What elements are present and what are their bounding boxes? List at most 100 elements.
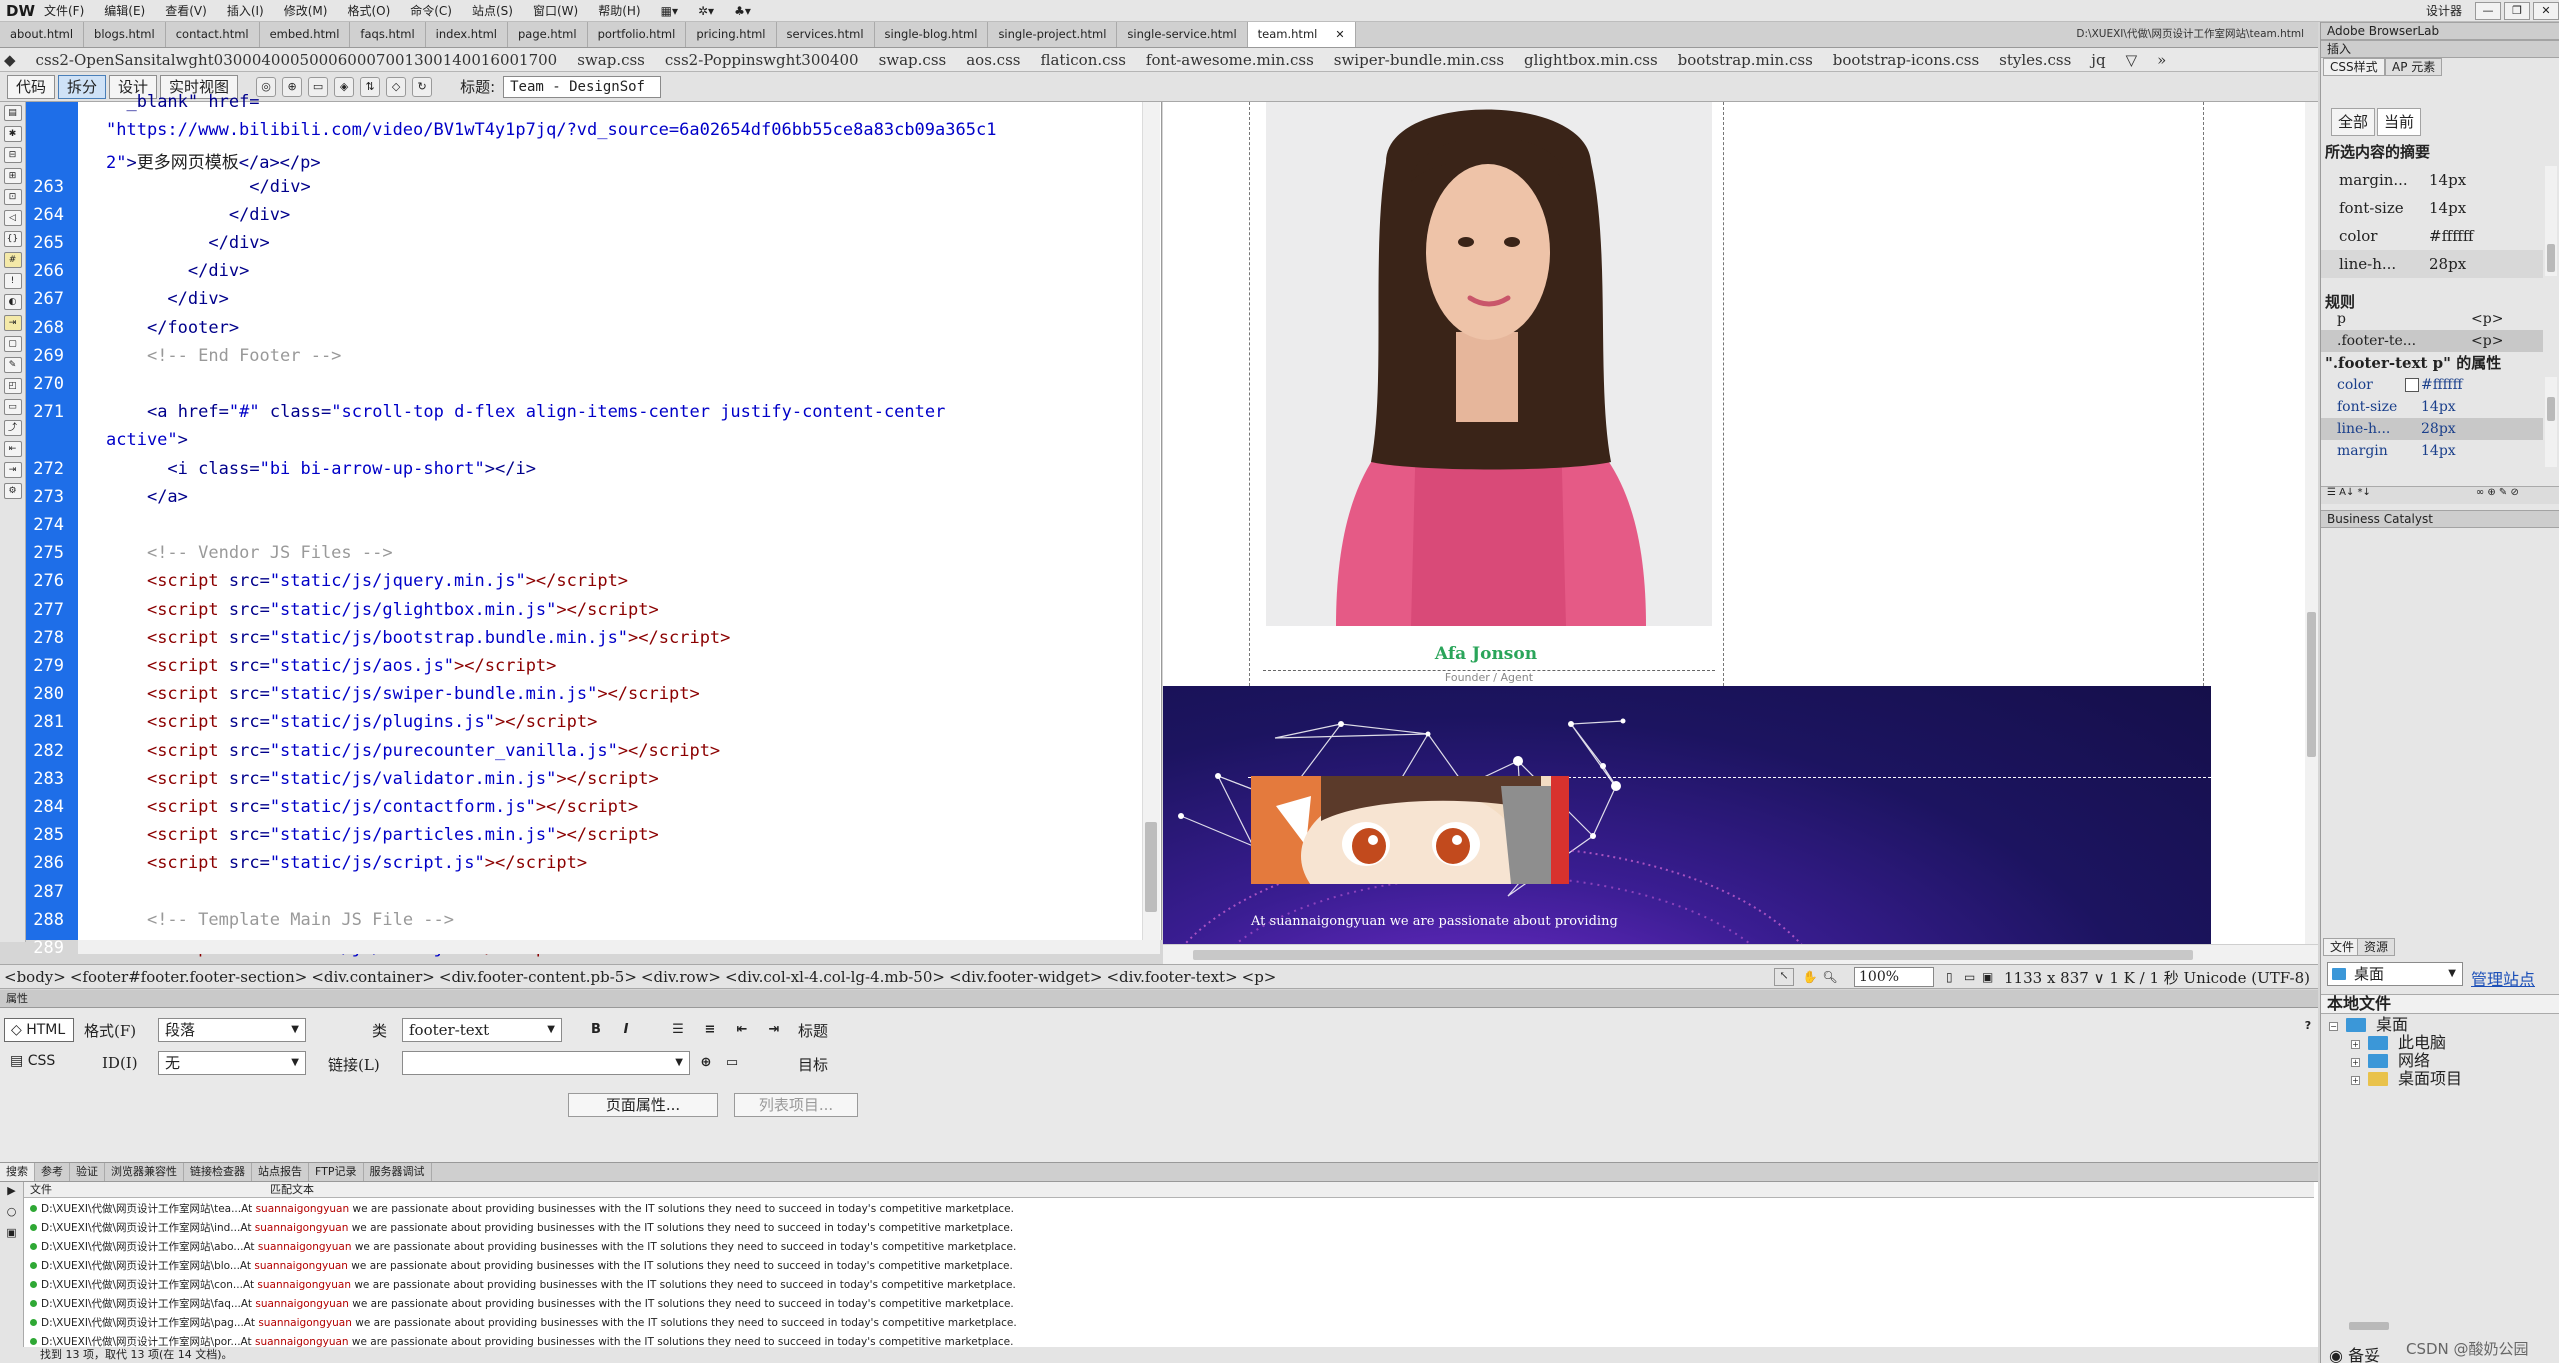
css-property-row[interactable]: line-h... 28px <box>2321 418 2543 440</box>
design-horizontal-scrollbar[interactable] <box>1163 944 2318 964</box>
indent-icon[interactable]: ⇥ <box>764 1020 784 1040</box>
tablet-size-icon[interactable]: ▭ <box>1964 970 1982 984</box>
assets-tab[interactable]: 资源 <box>2357 938 2396 956</box>
code-line[interactable]: </div> <box>106 177 310 197</box>
restore-icon[interactable]: ❐ <box>2504 2 2530 20</box>
code-line[interactable]: "https://www.bilibili.com/video/BV1wT4y1… <box>106 120 996 140</box>
close-tab-icon[interactable]: ✕ <box>1335 28 1344 41</box>
list-item-button[interactable]: 列表项目... <box>734 1093 858 1117</box>
expand-icon[interactable]: + <box>2351 1058 2360 1067</box>
document-tab[interactable]: page.html <box>508 22 588 47</box>
layout-menu-icon[interactable]: ▦▾ <box>651 0 688 22</box>
apply-comment-icon[interactable]: ▢ <box>3 336 22 352</box>
file-column-header[interactable]: 文件 <box>30 1182 52 1197</box>
menu-item[interactable]: 窗口(W) <box>523 0 588 22</box>
desktop-size-icon[interactable]: ▣ <box>1982 970 2004 984</box>
collapse-tag-icon[interactable]: ⊟ <box>3 147 22 163</box>
class-select[interactable]: footer-text ▼ <box>402 1018 562 1042</box>
filter-icon[interactable]: ▽ <box>2116 48 2148 72</box>
code-line[interactable]: </div> <box>106 233 269 253</box>
html-mode-tab[interactable]: ◇ HTML <box>4 1018 74 1042</box>
code-line[interactable]: <script src="static/js/swiper-bundle.min… <box>106 684 700 704</box>
format-source-icon[interactable]: ⚙ <box>3 483 22 499</box>
save-report-icon[interactable]: ▣ <box>0 1226 23 1239</box>
match-column-header[interactable]: 匹配文本 <box>270 1182 314 1197</box>
insert-panel-header[interactable]: 插入 <box>2321 40 2559 58</box>
document-tab[interactable]: contact.html <box>166 22 260 47</box>
select-tool-icon[interactable]: ↖ <box>1774 968 1795 986</box>
css-mode-tab[interactable]: ▤ CSS <box>4 1050 74 1074</box>
summary-row[interactable]: line-h... 28px <box>2321 250 2543 278</box>
menu-item[interactable]: 插入(I) <box>217 0 274 22</box>
local-files-header[interactable]: 本地文件 <box>2321 994 2559 1014</box>
minimize-icon[interactable]: — <box>2475 2 2501 20</box>
hand-tool-icon[interactable]: ✋ <box>1800 970 1820 984</box>
code-vertical-scrollbar[interactable] <box>1142 102 1160 940</box>
document-tab[interactable]: services.html <box>777 22 875 47</box>
code-line[interactable]: </footer> <box>106 318 239 338</box>
browse-folder-icon[interactable]: ▭ <box>722 1053 742 1073</box>
related-file-link[interactable]: swap.css <box>869 48 957 72</box>
related-file-link[interactable]: jq <box>2081 48 2115 72</box>
results-tab[interactable]: 服务器调试 <box>364 1163 432 1181</box>
code-line[interactable]: _blank" href= <box>106 92 259 112</box>
file-tree-item[interactable]: − 桌面 <box>2329 1016 2408 1034</box>
indent-code-icon[interactable]: ⇤ <box>3 441 22 457</box>
results-tab[interactable]: 验证 <box>70 1163 105 1181</box>
files-hscroll-thumb[interactable] <box>2349 1322 2389 1330</box>
workspace-switcher[interactable]: 设计器 <box>2416 0 2472 22</box>
document-tab[interactable]: faqs.html <box>350 22 426 47</box>
file-tree-item[interactable]: + 桌面项目 <box>2351 1070 2462 1088</box>
mobile-size-icon[interactable]: ▯ <box>1946 970 1964 984</box>
result-row[interactable]: D:\XUEXI\代做\网页设计工作室网站\blo...At suannaigo… <box>24 1257 2314 1276</box>
expand-icon[interactable]: + <box>2351 1076 2360 1085</box>
menu-item[interactable]: 帮助(H) <box>588 0 650 22</box>
result-row[interactable]: D:\XUEXI\代做\网页设计工作室网站\faq...At suannaigo… <box>24 1295 2314 1314</box>
menu-item[interactable]: 格式(O) <box>337 0 400 22</box>
menu-item[interactable]: 修改(M) <box>274 0 338 22</box>
file-management-icon[interactable]: ⇅ <box>360 76 381 97</box>
help-icon[interactable]: ? <box>2298 1016 2318 1036</box>
link-input[interactable]: ▼ <box>402 1051 690 1075</box>
css-property-row[interactable]: font-size 14px <box>2321 396 2543 418</box>
code-line[interactable]: <!-- End Footer --> <box>106 346 341 366</box>
recent-snippets-icon[interactable]: ▭ <box>3 399 22 415</box>
related-file-link[interactable]: bootstrap-icons.css <box>1823 48 1989 72</box>
related-file-link[interactable]: swap.css <box>567 48 655 72</box>
results-tab[interactable]: FTP记录 <box>309 1163 364 1181</box>
zoom-select[interactable]: 100% <box>1854 967 1935 987</box>
view-button[interactable]: 代码 <box>7 74 56 99</box>
visual-aids-icon[interactable]: ◇ <box>386 76 407 97</box>
code-line[interactable]: <script src="static/js/jquery.min.js"></… <box>106 571 628 591</box>
code-line[interactable]: <script src="static/js/validator.min.js"… <box>106 769 659 789</box>
summary-row[interactable]: font-size 14px <box>2321 194 2543 222</box>
outdent-icon[interactable]: ⇤ <box>732 1020 752 1040</box>
move-css-icon[interactable]: ⤴ <box>3 420 22 436</box>
site-select[interactable]: 桌面 ▼ <box>2327 962 2463 986</box>
unordered-list-icon[interactable]: ☰ <box>668 1020 688 1040</box>
related-file-link[interactable]: font-awesome.min.css <box>1136 48 1324 72</box>
related-file-link[interactable]: swiper-bundle.min.css <box>1324 48 1514 72</box>
expand-icon[interactable]: + <box>2351 1040 2360 1049</box>
tag-selector-item[interactable]: <footer#footer.footer-section> <box>70 968 307 986</box>
tag-selector-item[interactable]: <p> <box>1242 968 1277 986</box>
color-swatch[interactable] <box>2405 378 2419 392</box>
show-code-navigator-icon[interactable]: ✱ <box>3 126 22 142</box>
code-line[interactable]: <a href="#" class="scroll-top d-flex ali… <box>106 402 945 422</box>
site-menu-icon[interactable]: ♣▾ <box>724 0 761 22</box>
code-view[interactable]: 263 264 265 266 267 268 269 270 271 272 273 274 275 2… <box>26 92 1162 1071</box>
code-line[interactable]: <script src="static/js/script.js"></scri… <box>106 853 587 873</box>
tag-selector-item[interactable]: <body> <box>4 968 66 986</box>
expand-all-icon[interactable]: ⊡ <box>3 189 22 205</box>
summary-row[interactable]: color #ffffff <box>2321 222 2543 250</box>
code-line[interactable]: <script src="static/js/aos.js"></script> <box>106 656 556 676</box>
result-row[interactable]: D:\XUEXI\代做\网页设计工作室网站\abo...At suannaigo… <box>24 1238 2314 1257</box>
outdent-code-icon[interactable]: ⇥ <box>3 462 22 478</box>
team-member-photo[interactable] <box>1266 102 1712 626</box>
zoom-tool-icon[interactable]: 🔍︎ <box>1820 970 1840 984</box>
footer-text[interactable]: At suannaigongyuan we are passionate abo… <box>1251 914 1618 929</box>
id-select[interactable]: 无 ▼ <box>158 1051 306 1075</box>
rule-row[interactable]: .footer-te... <p> <box>2321 330 2543 352</box>
play-search-icon[interactable]: ▶ <box>0 1184 23 1197</box>
code-line[interactable]: </div> <box>106 289 228 309</box>
